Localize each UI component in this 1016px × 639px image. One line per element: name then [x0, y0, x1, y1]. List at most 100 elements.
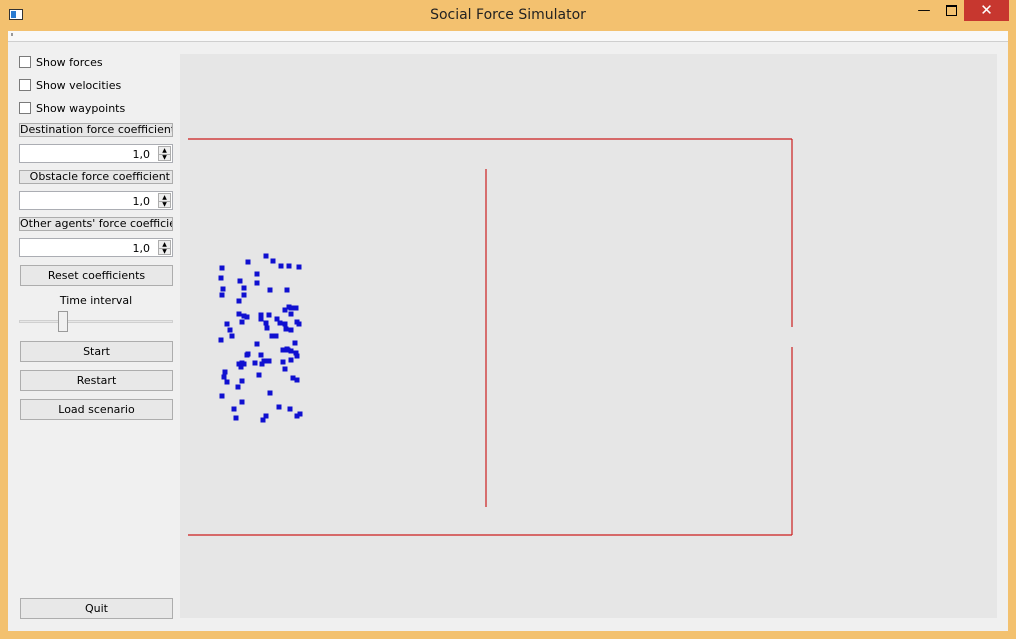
quit-button[interactable]: Quit	[20, 598, 173, 619]
agent	[260, 417, 266, 423]
agent	[244, 352, 250, 358]
agent	[231, 406, 237, 412]
load-scenario-button[interactable]: Load scenario	[20, 399, 173, 420]
menu-bar	[8, 31, 1008, 42]
other-agents-force-label: Other agents' force coefficient	[19, 217, 173, 231]
simulation-canvas[interactable]	[180, 54, 997, 618]
agent	[221, 374, 227, 380]
agent	[239, 378, 245, 384]
agent	[266, 312, 272, 318]
agent	[296, 264, 302, 270]
agent	[263, 320, 269, 326]
agent	[254, 341, 260, 347]
title-bar: Social Force Simulator — ✕	[0, 0, 1016, 31]
agent	[266, 358, 272, 364]
agent	[290, 375, 296, 381]
agent	[254, 271, 260, 277]
agent	[239, 399, 245, 405]
agent	[287, 406, 293, 412]
agent	[263, 253, 269, 259]
agent	[218, 275, 224, 281]
agent	[219, 292, 225, 298]
agent	[267, 287, 273, 293]
agent	[241, 361, 247, 367]
agent	[293, 305, 299, 311]
agent	[285, 347, 291, 353]
agent	[292, 340, 298, 346]
agent	[276, 404, 282, 410]
destination-force-value: 1,0	[132, 148, 151, 161]
agent	[245, 259, 251, 265]
menu-grip[interactable]	[11, 33, 13, 36]
agent	[219, 265, 225, 271]
time-interval-slider[interactable]	[19, 320, 173, 323]
agent	[219, 393, 225, 399]
destination-force-label: Destination force coefficient	[19, 123, 173, 137]
agent	[286, 263, 292, 269]
minimize-button[interactable]: —	[910, 0, 938, 21]
agent	[224, 379, 230, 385]
checkbox-box[interactable]	[19, 56, 31, 68]
agent	[294, 353, 300, 359]
agent	[258, 352, 264, 358]
show-velocities-label: Show velocities	[36, 79, 122, 92]
agent	[288, 327, 294, 333]
simulation-scene	[188, 138, 793, 536]
checkbox-box[interactable]	[19, 102, 31, 114]
agent	[284, 287, 290, 293]
obstacle-force-label: Obstacle force coefficient	[19, 170, 173, 184]
agent	[237, 278, 243, 284]
agent	[258, 316, 264, 322]
reset-coefficients-button[interactable]: Reset coefficients	[20, 265, 173, 286]
agent	[222, 369, 228, 375]
agent	[235, 384, 241, 390]
arrow-down-icon[interactable]: ▼	[159, 248, 170, 255]
agent	[282, 321, 288, 327]
window-title: Social Force Simulator	[430, 7, 586, 23]
agent	[296, 321, 302, 327]
agent	[241, 292, 247, 298]
agent	[280, 359, 286, 365]
agent	[252, 360, 258, 366]
agent	[280, 347, 286, 353]
agent	[218, 337, 224, 343]
agent	[256, 372, 262, 378]
arrow-down-icon[interactable]: ▼	[159, 154, 170, 161]
agent	[288, 311, 294, 317]
agent	[269, 333, 275, 339]
checkbox-box[interactable]	[19, 79, 31, 91]
other-agents-force-value: 1,0	[132, 242, 151, 255]
time-interval-slider-handle[interactable]	[57, 311, 68, 332]
agent	[220, 286, 226, 292]
arrow-down-icon[interactable]: ▼	[159, 201, 170, 208]
agent	[233, 415, 239, 421]
destination-force-spinbox[interactable]: 1,0 ▲ ▼	[19, 144, 173, 163]
restart-button[interactable]: Restart	[20, 370, 173, 391]
time-interval-label: Time interval	[59, 294, 133, 307]
agent	[267, 390, 273, 396]
start-button[interactable]: Start	[20, 341, 173, 362]
agent	[259, 361, 265, 367]
agent	[270, 258, 276, 264]
agent	[224, 321, 230, 327]
agent	[264, 325, 270, 331]
agent	[286, 304, 292, 310]
agent	[283, 326, 289, 332]
close-button[interactable]: ✕	[964, 0, 1009, 21]
maximize-button[interactable]	[938, 0, 964, 21]
other-agents-force-spinbox[interactable]: 1,0 ▲ ▼	[19, 238, 173, 257]
agent	[241, 313, 247, 319]
agent	[236, 298, 242, 304]
obstacle-force-spinbox[interactable]: 1,0 ▲ ▼	[19, 191, 173, 210]
agent	[239, 319, 245, 325]
control-panel: Show forces Show velocities Show waypoin…	[8, 42, 180, 631]
agent	[229, 333, 235, 339]
agent	[277, 320, 283, 326]
maximize-icon	[945, 5, 957, 16]
agent	[241, 285, 247, 291]
agent	[288, 357, 294, 363]
minimize-icon: —	[917, 3, 931, 18]
obstacle-force-value: 1,0	[132, 195, 151, 208]
agent	[278, 263, 284, 269]
agent	[254, 280, 260, 286]
